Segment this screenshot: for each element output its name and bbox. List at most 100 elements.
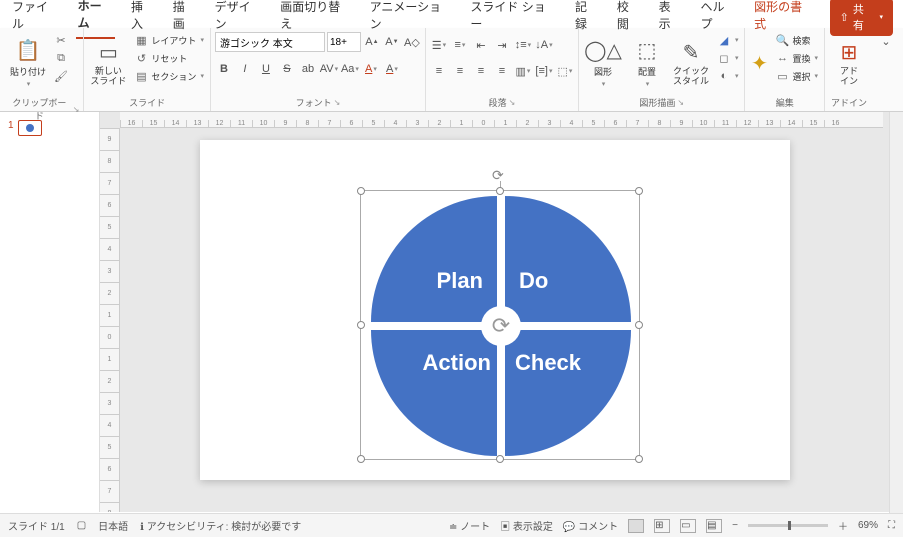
sorter-view-button[interactable]: ⊞ xyxy=(654,519,670,533)
clipboard-icon: 📋 xyxy=(16,38,41,63)
font-size-input[interactable] xyxy=(327,32,361,52)
text-direction-button[interactable]: ↓A▾ xyxy=(535,36,553,54)
cut-button[interactable]: ✂ xyxy=(52,32,70,48)
notes-button[interactable]: ≐ ノート xyxy=(449,518,490,533)
addins-icon: ⊞ xyxy=(841,40,858,65)
a11y-status[interactable]: ℹ アクセシビリティ: 検討が必要です xyxy=(140,518,301,533)
copy-button[interactable]: ⧉ xyxy=(52,50,70,66)
reading-view-button[interactable]: ▭ xyxy=(680,519,696,533)
display-settings-button[interactable]: ▣ 表示設定 xyxy=(500,518,553,533)
comments-button[interactable]: 💬 コメント xyxy=(563,518,618,533)
section-icon: ▤ xyxy=(134,69,148,83)
pdca-plan[interactable]: Plan xyxy=(371,196,497,322)
chevron-down-icon: ▾ xyxy=(879,13,883,21)
shapes-icon: ◯△ xyxy=(584,38,622,63)
sparkle-icon: ✦ xyxy=(751,51,768,76)
vertical-scrollbar[interactable] xyxy=(889,112,903,513)
launcher-icon[interactable]: ↘ xyxy=(73,105,80,114)
indent-dec-button[interactable]: ⇤ xyxy=(472,36,490,54)
pdca-action[interactable]: Action xyxy=(371,330,497,456)
align-right-button[interactable]: ≡ xyxy=(472,62,490,80)
copy-icon: ⧉ xyxy=(54,51,68,65)
arrange-button[interactable]: ⬚配置▾ xyxy=(627,32,667,94)
chevron-down-icon: ▾ xyxy=(27,80,31,88)
pdca-do[interactable]: Do xyxy=(505,196,631,322)
resize-handle-t[interactable] xyxy=(496,187,504,195)
pdca-check[interactable]: Check xyxy=(505,330,631,456)
underline-button[interactable]: U xyxy=(257,60,275,78)
resize-handle-br[interactable] xyxy=(635,455,643,463)
slide-canvas[interactable]: ⟳ Plan Do Action Check ⟳ xyxy=(200,140,790,480)
indent-inc-button[interactable]: ⇥ xyxy=(493,36,511,54)
new-slide-button[interactable]: ▭ 新しい スライド xyxy=(88,32,128,94)
paste-button[interactable]: 📋 貼り付け ▾ xyxy=(8,32,48,94)
zoom-out-button[interactable]: − xyxy=(732,520,738,531)
zoom-slider[interactable] xyxy=(748,524,828,527)
effects-icon: ◐ xyxy=(717,69,731,83)
section-button[interactable]: ▤セクション▾ xyxy=(132,68,206,84)
case-button[interactable]: Aa▾ xyxy=(341,60,359,78)
bold-button[interactable]: B xyxy=(215,60,233,78)
align-justify-button[interactable]: ≡ xyxy=(493,62,511,80)
zoom-in-button[interactable]: ＋ xyxy=(838,518,848,533)
clipboard-group-label: クリップボード xyxy=(8,96,71,122)
resize-handle-r[interactable] xyxy=(635,321,643,329)
resize-handle-bl[interactable] xyxy=(357,455,365,463)
shape-fill-button[interactable]: ◢▾ xyxy=(715,32,741,48)
italic-button[interactable]: I xyxy=(236,60,254,78)
reset-button[interactable]: ↺リセット xyxy=(132,50,206,66)
align-text-button[interactable]: [≡]▾ xyxy=(535,62,553,80)
slides-group-label: スライド xyxy=(129,96,165,109)
slide-counter[interactable]: スライド 1/1 xyxy=(8,518,65,533)
strike-button[interactable]: S xyxy=(278,60,296,78)
status-bar: スライド 1/1 ▢ 日本語 ℹ アクセシビリティ: 検討が必要です ≐ ノート… xyxy=(0,513,903,537)
resize-handle-b[interactable] xyxy=(496,455,504,463)
spacing-button[interactable]: AV▾ xyxy=(320,60,338,78)
zoom-level[interactable]: 69% xyxy=(858,520,878,531)
launcher-icon[interactable]: ↘ xyxy=(334,98,341,107)
cycle-icon: ⟳ xyxy=(481,306,521,346)
numbering-button[interactable]: ≡▾ xyxy=(451,36,469,54)
highlight-button[interactable]: A▾ xyxy=(362,60,380,78)
find-button[interactable]: 🔍検索 xyxy=(773,32,820,48)
shadow-button[interactable]: ab xyxy=(299,60,317,78)
outline-icon: ◻ xyxy=(717,51,731,65)
editing-toggle[interactable]: ✦ xyxy=(749,32,769,94)
group-font: A▲ A▼ A◇ B I U S ab AV▾ Aa▾ A▾ A▾ フォント↘ xyxy=(211,28,426,111)
clear-format-button[interactable]: A◇ xyxy=(403,33,421,51)
ribbon: 📋 貼り付け ▾ ✂ ⧉ 🖌 クリップボード↘ ▭ 新しい スライド ▦レイアウ… xyxy=(0,28,903,112)
slideshow-view-button[interactable]: ▤ xyxy=(706,519,722,533)
selection-box[interactable]: ⟳ Plan Do Action Check ⟳ xyxy=(360,190,640,460)
normal-view-button[interactable] xyxy=(628,519,644,533)
collapse-ribbon-button[interactable]: ⌄ xyxy=(877,32,895,50)
shape-effects-button[interactable]: ◐▾ xyxy=(715,68,741,84)
line-spacing-button[interactable]: ↕≡▾ xyxy=(514,36,532,54)
bullets-button[interactable]: ☰▾ xyxy=(430,36,448,54)
smartart-button[interactable]: ⬚▾ xyxy=(556,62,574,80)
launcher-icon[interactable]: ↘ xyxy=(677,98,684,107)
resize-handle-tr[interactable] xyxy=(635,187,643,195)
format-painter-button[interactable]: 🖌 xyxy=(52,68,70,84)
layout-button[interactable]: ▦レイアウト▾ xyxy=(132,32,206,48)
decrease-font-button[interactable]: A▼ xyxy=(383,33,401,51)
shapes-button[interactable]: ◯△図形▾ xyxy=(583,32,623,94)
resize-handle-l[interactable] xyxy=(357,321,365,329)
columns-button[interactable]: ▥▾ xyxy=(514,62,532,80)
font-color-button[interactable]: A▾ xyxy=(383,60,401,78)
quick-styles-button[interactable]: ✎クイック スタイル xyxy=(671,32,711,94)
shape-outline-button[interactable]: ◻▾ xyxy=(715,50,741,66)
replace-button[interactable]: ↔置換▾ xyxy=(773,50,820,66)
align-center-button[interactable]: ≡ xyxy=(451,62,469,80)
menu-bar: ファイル ホーム 挿入 描画 デザイン 画面切り替え アニメーション スライド … xyxy=(0,0,903,28)
fit-button[interactable]: ⛶ xyxy=(888,520,895,531)
increase-font-button[interactable]: A▲ xyxy=(363,33,381,51)
language-label[interactable]: 日本語 xyxy=(98,518,128,533)
pdca-diagram[interactable]: Plan Do Action Check ⟳ xyxy=(371,196,631,456)
select-button[interactable]: ▭選択▾ xyxy=(773,68,820,84)
font-name-input[interactable] xyxy=(215,32,325,52)
launcher-icon[interactable]: ↘ xyxy=(509,98,516,107)
fill-icon: ◢ xyxy=(717,33,731,47)
addins-button[interactable]: ⊞アド イン xyxy=(829,32,869,94)
align-left-button[interactable]: ≡ xyxy=(430,62,448,80)
resize-handle-tl[interactable] xyxy=(357,187,365,195)
